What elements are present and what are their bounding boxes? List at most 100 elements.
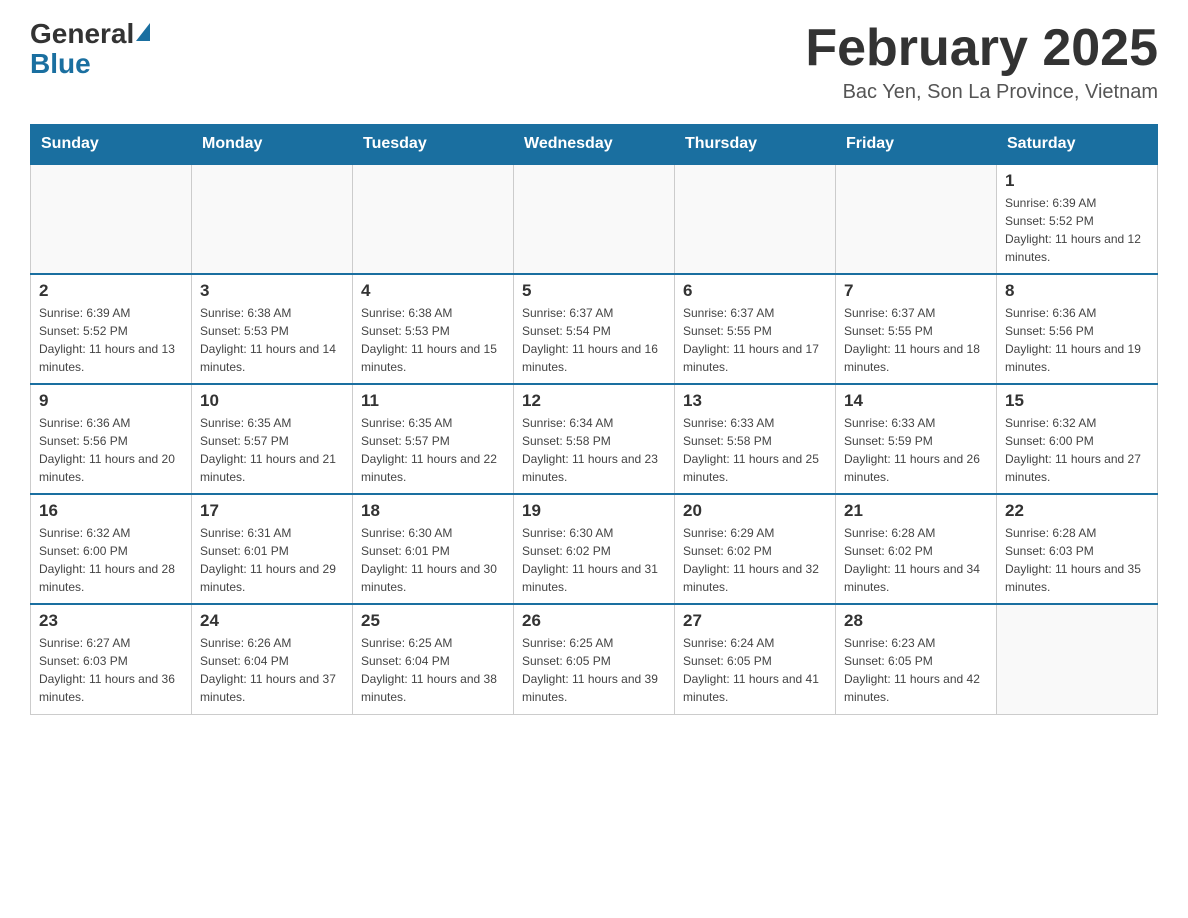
calendar-cell: 22 Sunrise: 6:28 AM Sunset: 6:03 PM Dayli… — [997, 494, 1158, 604]
day-info: Sunrise: 6:32 AM Sunset: 6:00 PM Dayligh… — [1005, 414, 1149, 486]
day-number: 3 — [200, 281, 344, 301]
day-info: Sunrise: 6:25 AM Sunset: 6:05 PM Dayligh… — [522, 634, 666, 706]
calendar-week-5: 23Sunrise: 6:27 AM Sunset: 6:03 PM Dayli… — [31, 604, 1158, 714]
day-number: 1 — [1005, 171, 1149, 191]
calendar-cell: 26 Sunrise: 6:25 AM Sunset: 6:05 PM Dayli… — [514, 604, 675, 714]
day-number: 8 — [1005, 281, 1149, 301]
day-header-sunday: Sunday — [31, 125, 192, 165]
day-number: 5 — [522, 281, 666, 301]
calendar-cell: 4 Sunrise: 6:38 AM Sunset: 5:53 PM Daylig… — [353, 274, 514, 384]
calendar-cell: 9 Sunrise: 6:36 AM Sunset: 5:56 PM Daylig… — [31, 384, 192, 494]
calendar-cell: 1 Sunrise: 6:39 AM Sunset: 5:52 PM Daylig… — [997, 164, 1158, 274]
calendar-header: SundayMondayTuesdayWednesdayThursdayFrid… — [31, 125, 1158, 165]
day-info: Sunrise: 6:28 AM Sunset: 6:03 PM Dayligh… — [1005, 524, 1149, 596]
day-number: 13 — [683, 391, 827, 411]
calendar-cell: 5 Sunrise: 6:37 AM Sunset: 5:54 PM Daylig… — [514, 274, 675, 384]
day-info: Sunrise: 6:31 AM Sunset: 6:01 PM Dayligh… — [200, 524, 344, 596]
calendar-cell: 12Sunrise: 6:34 AM Sunset: 5:58 PM Dayli… — [514, 384, 675, 494]
day-number: 14 — [844, 391, 988, 411]
calendar-cell: 2Sunrise: 6:39 AM Sunset: 5:52 PM Daylig… — [31, 274, 192, 384]
calendar-table: SundayMondayTuesdayWednesdayThursdayFrid… — [30, 124, 1158, 715]
day-number: 26 — [522, 611, 666, 631]
day-info: Sunrise: 6:37 AM Sunset: 5:55 PM Dayligh… — [844, 304, 988, 376]
day-info: Sunrise: 6:38 AM Sunset: 5:53 PM Dayligh… — [361, 304, 505, 376]
calendar-cell: 8Sunrise: 6:36 AM Sunset: 5:56 PM Daylig… — [997, 274, 1158, 384]
calendar-cell — [836, 164, 997, 274]
days-of-week-row: SundayMondayTuesdayWednesdayThursdayFrid… — [31, 125, 1158, 165]
calendar-cell: 14 Sunrise: 6:33 AM Sunset: 5:59 PM Dayli… — [836, 384, 997, 494]
day-number: 22 — [1005, 501, 1149, 521]
day-header-thursday: Thursday — [675, 125, 836, 165]
calendar-week-1: 1 Sunrise: 6:39 AM Sunset: 5:52 PM Daylig… — [31, 164, 1158, 274]
calendar-cell: 25 Sunrise: 6:25 AM Sunset: 6:04 PM Dayli… — [353, 604, 514, 714]
calendar-week-3: 9 Sunrise: 6:36 AM Sunset: 5:56 PM Daylig… — [31, 384, 1158, 494]
day-info: Sunrise: 6:35 AM Sunset: 5:57 PM Dayligh… — [361, 414, 505, 486]
calendar-cell — [997, 604, 1158, 714]
calendar-cell: 13 Sunrise: 6:33 AM Sunset: 5:58 PM Dayli… — [675, 384, 836, 494]
day-number: 11 — [361, 391, 505, 411]
location-subtitle: Bac Yen, Son La Province, Vietnam — [805, 81, 1158, 104]
title-block: February 2025 Bac Yen, Son La Province, … — [805, 20, 1158, 104]
calendar-cell — [353, 164, 514, 274]
calendar-body: 1 Sunrise: 6:39 AM Sunset: 5:52 PM Daylig… — [31, 164, 1158, 714]
logo-general-text: General — [30, 20, 134, 48]
day-header-monday: Monday — [192, 125, 353, 165]
logo-triangle-icon — [136, 23, 150, 41]
page-header: General Blue February 2025 Bac Yen, Son … — [30, 20, 1158, 104]
calendar-cell: 11 Sunrise: 6:35 AM Sunset: 5:57 PM Dayli… — [353, 384, 514, 494]
day-info: Sunrise: 6:37 AM Sunset: 5:54 PM Dayligh… — [522, 304, 666, 376]
calendar-cell: 3 Sunrise: 6:38 AM Sunset: 5:53 PM Daylig… — [192, 274, 353, 384]
calendar-cell: 7 Sunrise: 6:37 AM Sunset: 5:55 PM Daylig… — [836, 274, 997, 384]
day-number: 7 — [844, 281, 988, 301]
day-number: 9 — [39, 391, 183, 411]
day-number: 4 — [361, 281, 505, 301]
day-header-friday: Friday — [836, 125, 997, 165]
day-header-tuesday: Tuesday — [353, 125, 514, 165]
day-info: Sunrise: 6:35 AM Sunset: 5:57 PM Dayligh… — [200, 414, 344, 486]
calendar-week-2: 2Sunrise: 6:39 AM Sunset: 5:52 PM Daylig… — [31, 274, 1158, 384]
day-number: 15 — [1005, 391, 1149, 411]
calendar-cell — [192, 164, 353, 274]
day-info: Sunrise: 6:39 AM Sunset: 5:52 PM Dayligh… — [1005, 194, 1149, 266]
day-info: Sunrise: 6:27 AM Sunset: 6:03 PM Dayligh… — [39, 634, 183, 706]
day-number: 16 — [39, 501, 183, 521]
calendar-cell: 18 Sunrise: 6:30 AM Sunset: 6:01 PM Dayli… — [353, 494, 514, 604]
day-info: Sunrise: 6:26 AM Sunset: 6:04 PM Dayligh… — [200, 634, 344, 706]
calendar-cell: 23Sunrise: 6:27 AM Sunset: 6:03 PM Dayli… — [31, 604, 192, 714]
day-number: 28 — [844, 611, 988, 631]
day-number: 21 — [844, 501, 988, 521]
calendar-cell: 24 Sunrise: 6:26 AM Sunset: 6:04 PM Dayli… — [192, 604, 353, 714]
day-info: Sunrise: 6:33 AM Sunset: 5:59 PM Dayligh… — [844, 414, 988, 486]
day-number: 10 — [200, 391, 344, 411]
day-info: Sunrise: 6:24 AM Sunset: 6:05 PM Dayligh… — [683, 634, 827, 706]
calendar-week-4: 16Sunrise: 6:32 AM Sunset: 6:00 PM Dayli… — [31, 494, 1158, 604]
calendar-cell: 17 Sunrise: 6:31 AM Sunset: 6:01 PM Dayli… — [192, 494, 353, 604]
day-info: Sunrise: 6:30 AM Sunset: 6:02 PM Dayligh… — [522, 524, 666, 596]
day-number: 24 — [200, 611, 344, 631]
logo-blue-text: Blue — [30, 48, 91, 80]
calendar-cell — [675, 164, 836, 274]
day-header-wednesday: Wednesday — [514, 125, 675, 165]
day-info: Sunrise: 6:34 AM Sunset: 5:58 PM Dayligh… — [522, 414, 666, 486]
calendar-cell: 6 Sunrise: 6:37 AM Sunset: 5:55 PM Daylig… — [675, 274, 836, 384]
day-info: Sunrise: 6:29 AM Sunset: 6:02 PM Dayligh… — [683, 524, 827, 596]
day-number: 2 — [39, 281, 183, 301]
calendar-cell: 16Sunrise: 6:32 AM Sunset: 6:00 PM Dayli… — [31, 494, 192, 604]
day-info: Sunrise: 6:37 AM Sunset: 5:55 PM Dayligh… — [683, 304, 827, 376]
day-info: Sunrise: 6:30 AM Sunset: 6:01 PM Dayligh… — [361, 524, 505, 596]
day-info: Sunrise: 6:36 AM Sunset: 5:56 PM Dayligh… — [39, 414, 183, 486]
calendar-cell: 27Sunrise: 6:24 AM Sunset: 6:05 PM Dayli… — [675, 604, 836, 714]
day-number: 25 — [361, 611, 505, 631]
calendar-cell: 10 Sunrise: 6:35 AM Sunset: 5:57 PM Dayli… — [192, 384, 353, 494]
day-info: Sunrise: 6:38 AM Sunset: 5:53 PM Dayligh… — [200, 304, 344, 376]
day-info: Sunrise: 6:28 AM Sunset: 6:02 PM Dayligh… — [844, 524, 988, 596]
day-info: Sunrise: 6:33 AM Sunset: 5:58 PM Dayligh… — [683, 414, 827, 486]
day-number: 17 — [200, 501, 344, 521]
calendar-cell — [514, 164, 675, 274]
day-number: 19 — [522, 501, 666, 521]
calendar-cell: 20Sunrise: 6:29 AM Sunset: 6:02 PM Dayli… — [675, 494, 836, 604]
day-info: Sunrise: 6:25 AM Sunset: 6:04 PM Dayligh… — [361, 634, 505, 706]
calendar-cell: 21 Sunrise: 6:28 AM Sunset: 6:02 PM Dayli… — [836, 494, 997, 604]
day-number: 6 — [683, 281, 827, 301]
day-number: 18 — [361, 501, 505, 521]
